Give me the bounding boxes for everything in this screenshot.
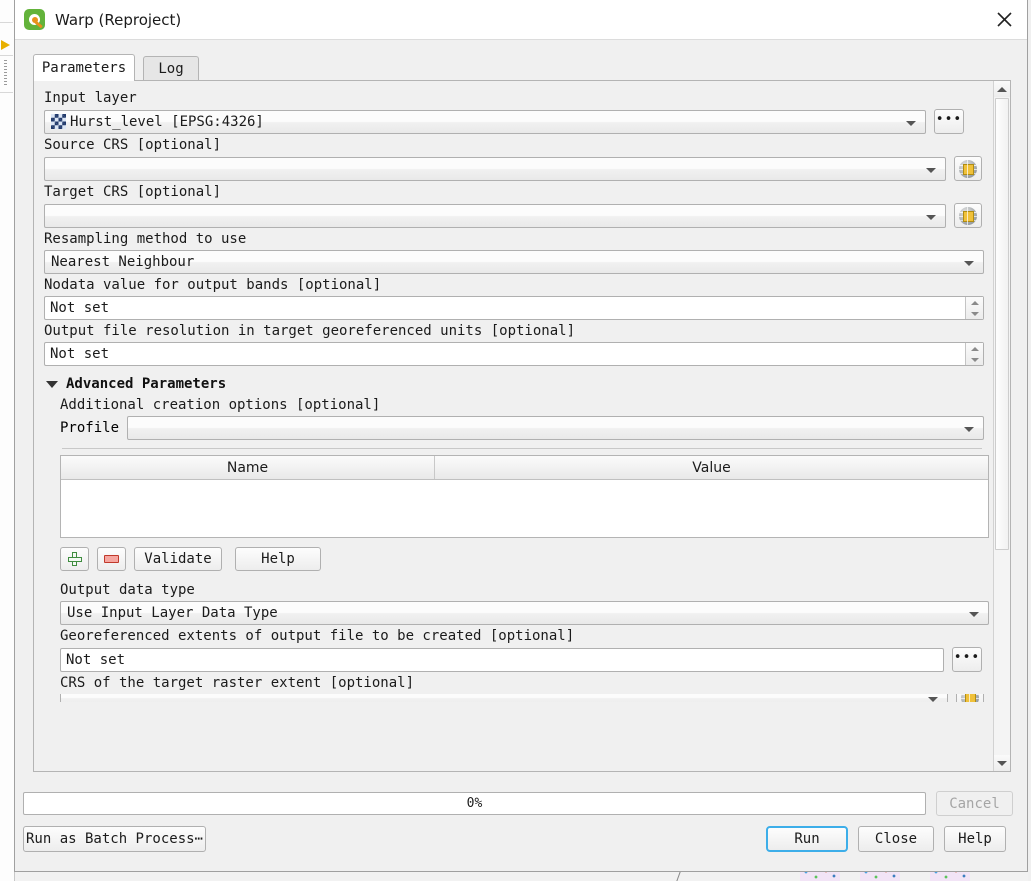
profile-label: Profile bbox=[60, 420, 120, 436]
stepper-up-icon[interactable] bbox=[966, 343, 983, 354]
validate-button[interactable]: Validate bbox=[134, 547, 222, 571]
output-resolution-text: Not set bbox=[50, 346, 110, 362]
scroll-down-icon[interactable] bbox=[994, 755, 1010, 771]
target-crs-select-button[interactable] bbox=[954, 203, 982, 228]
progress-bar: 0% bbox=[23, 792, 926, 815]
resampling-method-value: Nearest Neighbour bbox=[51, 254, 195, 270]
raster-layer-icon bbox=[51, 114, 66, 129]
background-arrow-icon bbox=[1, 40, 10, 50]
dialog-titlebar: Warp (Reproject) bbox=[15, 0, 1027, 40]
creation-options-help-button[interactable]: Help bbox=[235, 547, 321, 571]
help-button[interactable]: Help bbox=[944, 826, 1006, 852]
advanced-parameters-toggle[interactable]: Advanced Parameters bbox=[46, 376, 984, 392]
nodata-value-text: Not set bbox=[50, 300, 110, 316]
creation-options-table: Name Value bbox=[60, 455, 989, 538]
scrollbar-thumb[interactable] bbox=[995, 98, 1009, 550]
parameters-scroll-area: Input layer Hurst_level [EPSG:4326] ••• … bbox=[33, 80, 1011, 772]
run-button[interactable]: Run bbox=[766, 826, 848, 852]
dialog-title: Warp (Reproject) bbox=[55, 10, 182, 29]
profile-combo[interactable] bbox=[127, 416, 984, 440]
run-as-batch-process-button[interactable]: Run as Batch Process⋯ bbox=[23, 826, 206, 852]
resampling-method-combo[interactable]: Nearest Neighbour bbox=[44, 250, 984, 274]
table-body[interactable] bbox=[61, 480, 988, 537]
table-header-row: Name Value bbox=[61, 456, 988, 480]
crs-globe-edit-icon bbox=[959, 159, 977, 178]
input-layer-label: Input layer bbox=[44, 90, 137, 106]
column-header-value[interactable]: Value bbox=[435, 456, 988, 479]
close-button[interactable]: Close bbox=[858, 826, 934, 852]
nodata-value-label: Nodata value for output bands [optional] bbox=[44, 277, 382, 293]
plus-icon bbox=[67, 552, 82, 566]
tab-parameters[interactable]: Parameters bbox=[33, 54, 135, 81]
column-header-name[interactable]: Name bbox=[61, 456, 435, 479]
input-layer-browse-button[interactable]: ••• bbox=[934, 109, 964, 134]
remove-option-button[interactable] bbox=[97, 547, 126, 571]
caret-down-icon bbox=[46, 380, 58, 388]
parameters-scrollbar[interactable] bbox=[993, 81, 1010, 771]
dialog-footer: 0% Cancel Run as Batch Process⋯ Run Clos… bbox=[15, 779, 1027, 871]
stepper-down-icon[interactable] bbox=[966, 308, 983, 319]
qgis-logo-icon bbox=[24, 9, 45, 30]
georeferenced-extents-input[interactable]: Not set bbox=[60, 647, 944, 672]
chevron-down-icon bbox=[906, 120, 916, 126]
input-layer-value: Hurst_level [EPSG:4326] bbox=[70, 113, 264, 130]
resampling-method-label: Resampling method to use bbox=[44, 231, 247, 247]
source-crs-select-button[interactable] bbox=[954, 156, 982, 181]
close-icon[interactable] bbox=[981, 0, 1027, 39]
target-extent-crs-label: CRS of the target raster extent [optiona… bbox=[60, 675, 415, 691]
chevron-down-icon bbox=[926, 214, 936, 220]
input-layer-combo[interactable]: Hurst_level [EPSG:4326] bbox=[44, 109, 926, 134]
source-crs-combo[interactable] bbox=[44, 156, 946, 181]
creation-options-label: Additional creation options [optional] bbox=[60, 397, 381, 413]
source-crs-label: Source CRS [optional] bbox=[44, 137, 222, 153]
target-extent-crs-combo[interactable] bbox=[60, 694, 949, 702]
divider bbox=[62, 448, 982, 449]
stepper-down-icon[interactable] bbox=[966, 354, 983, 365]
cancel-button: Cancel bbox=[936, 791, 1013, 816]
target-crs-combo[interactable] bbox=[44, 203, 946, 228]
chevron-down-icon bbox=[926, 167, 936, 173]
chevron-down-icon bbox=[964, 261, 974, 266]
georeferenced-extents-label: Georeferenced extents of output file to … bbox=[60, 628, 575, 644]
background-dots-icon bbox=[4, 60, 7, 86]
nodata-value-input[interactable]: Not set bbox=[44, 296, 984, 320]
add-option-button[interactable] bbox=[60, 547, 89, 571]
output-resolution-label: Output file resolution in target georefe… bbox=[44, 323, 576, 339]
crs-globe-edit-icon bbox=[959, 206, 977, 225]
profile-row: Profile bbox=[60, 416, 984, 440]
progress-text: 0% bbox=[466, 796, 483, 811]
crs-globe-edit-icon bbox=[961, 694, 980, 702]
georeferenced-extents-browse-button[interactable]: ••• bbox=[952, 647, 982, 672]
chevron-down-icon bbox=[964, 427, 974, 432]
advanced-parameters-label: Advanced Parameters bbox=[66, 376, 227, 392]
warp-reproject-dialog: Warp (Reproject) Parameters Log Input la… bbox=[14, 0, 1028, 872]
output-resolution-stepper[interactable] bbox=[965, 343, 983, 365]
output-resolution-input[interactable]: Not set bbox=[44, 342, 984, 366]
tab-log[interactable]: Log bbox=[143, 56, 199, 81]
footer-buttons: Run as Batch Process⋯ Run Close Help bbox=[23, 826, 1013, 852]
stepper-up-icon[interactable] bbox=[966, 297, 983, 308]
dialog-tabs: Parameters Log bbox=[33, 54, 1027, 81]
nodata-value-stepper[interactable] bbox=[965, 297, 983, 319]
chevron-down-icon bbox=[969, 612, 979, 617]
output-data-type-label: Output data type bbox=[60, 582, 195, 598]
background-left-panel bbox=[0, 0, 15, 881]
minus-icon bbox=[104, 555, 119, 563]
advanced-parameters-body: Additional creation options [optional] P… bbox=[52, 397, 989, 702]
parameters-panel: Input layer Hurst_level [EPSG:4326] ••• … bbox=[34, 81, 994, 771]
output-data-type-value: Use Input Layer Data Type bbox=[67, 605, 278, 621]
target-crs-label: Target CRS [optional] bbox=[44, 184, 222, 200]
output-data-type-combo[interactable]: Use Input Layer Data Type bbox=[60, 601, 989, 625]
scroll-up-icon[interactable] bbox=[994, 81, 1010, 97]
creation-options-buttons: Validate Help bbox=[60, 547, 984, 571]
progress-row: 0% Cancel bbox=[23, 791, 1013, 816]
georeferenced-extents-value: Not set bbox=[66, 651, 126, 668]
target-extent-crs-select-button[interactable] bbox=[956, 694, 984, 702]
chevron-down-icon bbox=[928, 697, 939, 702]
